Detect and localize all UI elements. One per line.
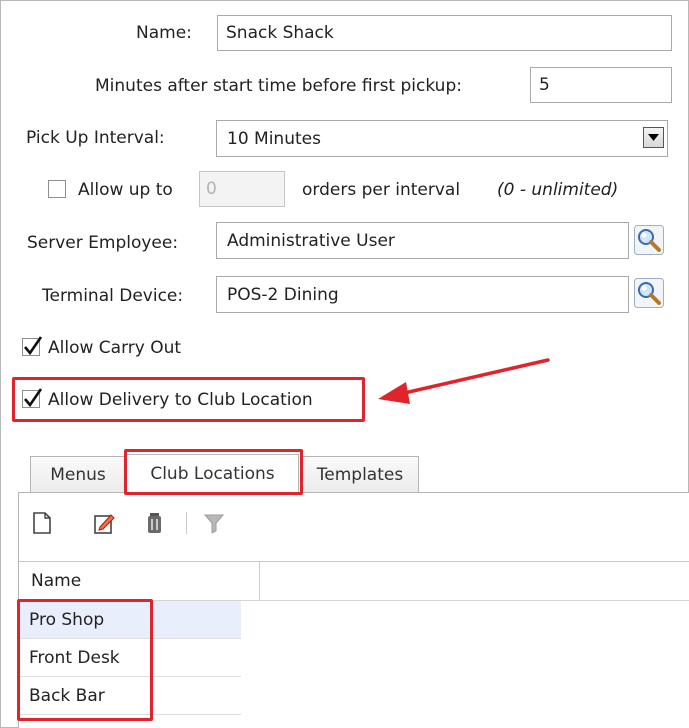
server-employee-field[interactable]: Administrative User xyxy=(216,222,629,259)
server-employee-value: Administrative User xyxy=(227,230,395,251)
allow-carry-out-label: Allow Carry Out xyxy=(48,338,182,358)
highlight-tab-box xyxy=(124,449,303,495)
minutes-label: Minutes after start time before first pi… xyxy=(95,76,462,96)
allow-up-to-field[interactable]: 0 xyxy=(199,171,285,207)
name-field[interactable]: Snack Shack xyxy=(217,15,672,51)
delete-icon[interactable] xyxy=(146,512,166,534)
unlimited-hint: (0 - unlimited) xyxy=(497,180,619,200)
tab-menus-label: Menus xyxy=(50,464,106,485)
allow-carry-out-checkbox[interactable] xyxy=(22,336,43,356)
filter-icon[interactable] xyxy=(203,512,225,534)
allow-delivery-label: Allow Delivery to Club Location xyxy=(48,390,313,410)
edit-icon[interactable] xyxy=(93,512,115,534)
interval-select-value: 10 Minutes xyxy=(227,128,321,149)
highlight-rows-box xyxy=(17,599,153,721)
name-label: Name: xyxy=(136,23,192,43)
checkmark-icon xyxy=(24,336,43,356)
allow-up-to-label: Allow up to xyxy=(78,180,173,200)
allow-up-to-value: 0 xyxy=(206,179,217,199)
search-icon[interactable] xyxy=(634,278,664,308)
column-separator xyxy=(259,562,260,600)
terminal-device-field[interactable]: POS-2 Dining xyxy=(216,276,629,313)
orders-per-interval-label: orders per interval xyxy=(302,180,461,200)
grid-header: Name xyxy=(19,561,689,601)
server-employee-label: Server Employee: xyxy=(27,233,179,253)
name-field-value: Snack Shack xyxy=(226,23,334,43)
column-header-name[interactable]: Name xyxy=(31,571,81,591)
tab-templates-label: Templates xyxy=(316,464,404,485)
allow-up-to-checkbox[interactable] xyxy=(48,180,66,198)
tab-templates[interactable]: Templates xyxy=(301,456,419,492)
interval-label: Pick Up Interval: xyxy=(26,128,165,148)
terminal-device-value: POS-2 Dining xyxy=(227,284,339,305)
allow-delivery-checkbox[interactable] xyxy=(22,388,43,408)
chevron-down-icon[interactable] xyxy=(643,127,664,148)
checkmark-icon xyxy=(24,388,43,408)
interval-select[interactable]: 10 Minutes xyxy=(216,120,668,157)
minutes-field[interactable]: 5 xyxy=(530,67,672,103)
tab-menus[interactable]: Menus xyxy=(30,456,126,492)
toolbar-divider xyxy=(186,512,187,534)
new-icon[interactable] xyxy=(32,512,52,534)
annotation-arrow-icon xyxy=(378,358,550,404)
minutes-field-value: 5 xyxy=(539,75,550,95)
search-icon[interactable] xyxy=(634,225,664,255)
terminal-device-label: Terminal Device: xyxy=(42,286,184,306)
